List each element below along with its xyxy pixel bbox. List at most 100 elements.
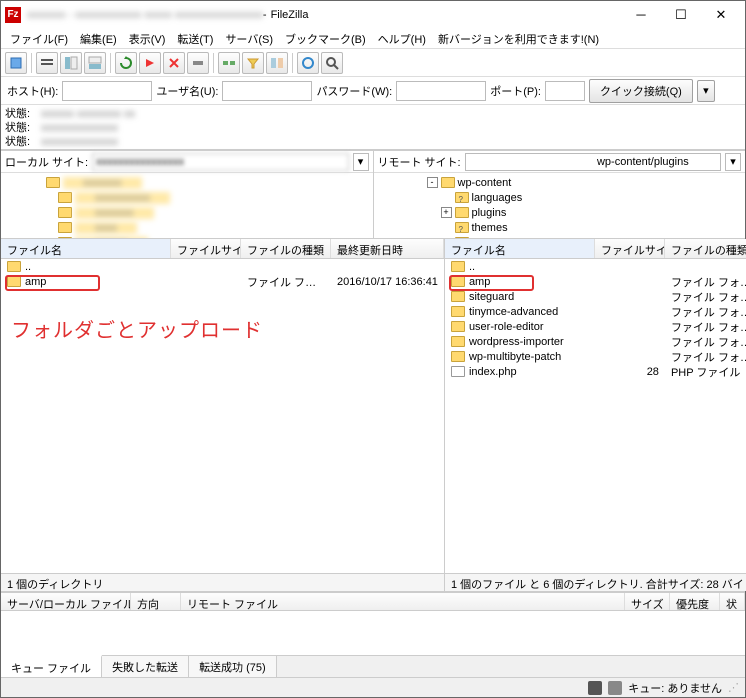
- cell-type: ファイル フォルダー: [665, 349, 746, 365]
- port-label: ポート(P):: [490, 83, 541, 99]
- minimize-button[interactable]: ─: [621, 1, 661, 29]
- file-row[interactable]: wordpress-importerファイル フォルダー2016/10/17 9…: [445, 334, 746, 349]
- file-row[interactable]: user-role-editorファイル フォルダー2016/10/14 15:…: [445, 319, 746, 334]
- tb-compare[interactable]: [266, 52, 288, 74]
- remote-path-input[interactable]: [465, 153, 721, 171]
- qcol-dir[interactable]: 方向: [131, 593, 181, 610]
- col-name[interactable]: ファイル名: [445, 239, 595, 258]
- tb-sync[interactable]: [297, 52, 319, 74]
- local-tree-pane: ローカル サイト: ▾ xxxxxxx xxxxxxxxxx xxxxxxx x…: [1, 151, 374, 238]
- menu-transfer[interactable]: 転送(T): [172, 29, 218, 49]
- remote-tree-pane: リモート サイト: ▾ - wp-content languages+ plug…: [374, 151, 746, 238]
- qcol-prio[interactable]: 優先度: [670, 593, 720, 610]
- port-input[interactable]: [545, 81, 585, 101]
- menu-file[interactable]: ファイル(F): [5, 29, 73, 49]
- tb-cancel[interactable]: [163, 52, 185, 74]
- file-row[interactable]: siteguardファイル フォルダー2016/10/17 15:34:33: [445, 289, 746, 304]
- file-panes: ファイル名 ファイルサイズ ファイルの種類 最終更新日時 .. ampファイル …: [1, 239, 745, 591]
- log-line: xxxxxx xxxxxxxx xx: [41, 107, 135, 121]
- remote-columns: ファイル名 ファイルサイズ ファイルの種類 最終更新日時: [445, 239, 746, 259]
- cell-name: wp-multibyte-patch: [445, 351, 595, 363]
- maximize-button[interactable]: ☐: [661, 1, 701, 29]
- menu-view[interactable]: 表示(V): [124, 29, 171, 49]
- message-log: 状態:xxxxxx xxxxxxxx xx 状態:xxxxxxxxxxxxxx …: [1, 105, 745, 151]
- tb-toggle-queue[interactable]: [84, 52, 106, 74]
- folder-icon: [451, 351, 465, 362]
- tree-item[interactable]: languages: [376, 190, 744, 205]
- host-input[interactable]: [62, 81, 152, 101]
- user-input[interactable]: [222, 81, 312, 101]
- cell-type: ファイル フォルダー: [665, 334, 746, 350]
- remote-tree[interactable]: - wp-content languages+ plugins themes u…: [374, 173, 746, 238]
- qcol-size[interactable]: サイズ: [625, 593, 670, 610]
- tree-expander[interactable]: +: [441, 207, 452, 218]
- menu-edit[interactable]: 編集(E): [75, 29, 122, 49]
- queue-list[interactable]: [1, 611, 745, 655]
- menu-upgrade[interactable]: 新バージョンを利用できます!(N): [433, 29, 604, 49]
- qcol-server[interactable]: サーバ/ローカル ファイル: [1, 593, 131, 610]
- tb-search[interactable]: [321, 52, 343, 74]
- tb-site-manager[interactable]: [5, 52, 27, 74]
- col-name[interactable]: ファイル名: [1, 239, 171, 258]
- col-size[interactable]: ファイルサイズ: [595, 239, 665, 258]
- folder-icon: [451, 321, 465, 332]
- local-tree[interactable]: xxxxxxx xxxxxxxxxx xxxxxxx xxxx xxxxxx: [1, 173, 373, 238]
- file-row[interactable]: tinymce-advancedファイル フォルダー2016/10/18 16:…: [445, 304, 746, 319]
- menu-help[interactable]: ヘルプ(H): [373, 29, 431, 49]
- file-row[interactable]: ampファイル フォルダー2016/10/18 21:04:16: [445, 274, 746, 289]
- col-type[interactable]: ファイルの種類: [241, 239, 331, 258]
- quickconnect-dropdown[interactable]: ▾: [697, 80, 715, 102]
- col-type[interactable]: ファイルの種類: [665, 239, 746, 258]
- file-row[interactable]: wp-multibyte-patchファイル フォルダー2016/10/17 1…: [445, 349, 746, 364]
- tab-success[interactable]: 転送成功 (75): [189, 656, 277, 677]
- col-size[interactable]: ファイルサイズ: [171, 239, 241, 258]
- tb-toggle-log[interactable]: [36, 52, 58, 74]
- tab-failed[interactable]: 失敗した転送: [102, 656, 189, 677]
- cell-type: PHP ファイル: [665, 364, 746, 380]
- qcol-remote[interactable]: リモート ファイル: [181, 593, 625, 610]
- folder-icon: [441, 177, 455, 188]
- tree-item[interactable]: + plugins: [376, 205, 744, 220]
- remote-file-list[interactable]: .. ampファイル フォルダー2016/10/18 21:04:16siteg…: [445, 259, 746, 573]
- tb-process-queue[interactable]: [139, 52, 161, 74]
- parent-dir[interactable]: ..: [445, 259, 746, 274]
- statusbar: キュー: ありません ⋰: [1, 677, 745, 697]
- close-button[interactable]: ✕: [701, 1, 741, 29]
- local-path-input[interactable]: [92, 153, 348, 171]
- tb-toggle-tree[interactable]: [60, 52, 82, 74]
- menubar: ファイル(F) 編集(E) 表示(V) 転送(T) サーバ(S) ブックマーク(…: [1, 29, 745, 49]
- tree-expander[interactable]: -: [427, 177, 438, 188]
- tab-queued[interactable]: キュー ファイル: [1, 655, 102, 677]
- cell-type: ファイル フォルダー: [665, 304, 746, 320]
- tb-filter[interactable]: [242, 52, 264, 74]
- queue-tabs: キュー ファイル 失敗した転送 転送成功 (75): [1, 655, 745, 677]
- tree-item[interactable]: themes: [376, 220, 744, 235]
- tb-disconnect[interactable]: [187, 52, 209, 74]
- tree-label: plugins: [472, 207, 507, 219]
- col-date[interactable]: 最終更新日時: [331, 239, 444, 258]
- file-row[interactable]: index.php28PHP ファイル2014/06/06 0:59:14: [445, 364, 746, 379]
- annotation-text: フォルダごとアップロード: [11, 314, 263, 343]
- local-file-list[interactable]: .. ampファイル フォルダー2016/10/17 16:36:41 フォルダ…: [1, 259, 444, 573]
- tree-item[interactable]: - wp-content: [376, 175, 744, 190]
- menu-server[interactable]: サーバ(S): [220, 29, 278, 49]
- qcol-status[interactable]: 状: [720, 593, 745, 610]
- cell-type: ファイル フォルダー: [241, 274, 331, 290]
- file-row[interactable]: ampファイル フォルダー2016/10/17 16:36:41: [1, 274, 444, 289]
- tb-reconnect[interactable]: [218, 52, 240, 74]
- folder-icon: [7, 276, 21, 287]
- menu-bookmarks[interactable]: ブックマーク(B): [280, 29, 371, 49]
- tree-item[interactable]: upgrade: [376, 235, 744, 238]
- pass-input[interactable]: [396, 81, 486, 101]
- cell-name: amp: [1, 276, 171, 288]
- parent-dir[interactable]: ..: [1, 259, 444, 274]
- quickconnect-button[interactable]: クイック接続(Q): [589, 79, 693, 103]
- lock-icon[interactable]: [608, 681, 622, 695]
- app-name: FileZilla: [271, 9, 309, 21]
- remote-path-dropdown[interactable]: ▾: [725, 153, 741, 171]
- cell-type: ファイル フォルダー: [665, 289, 746, 305]
- php-file-icon: [451, 366, 465, 377]
- firewall-icon[interactable]: [588, 681, 602, 695]
- local-path-dropdown[interactable]: ▾: [353, 153, 369, 171]
- tb-refresh[interactable]: [115, 52, 137, 74]
